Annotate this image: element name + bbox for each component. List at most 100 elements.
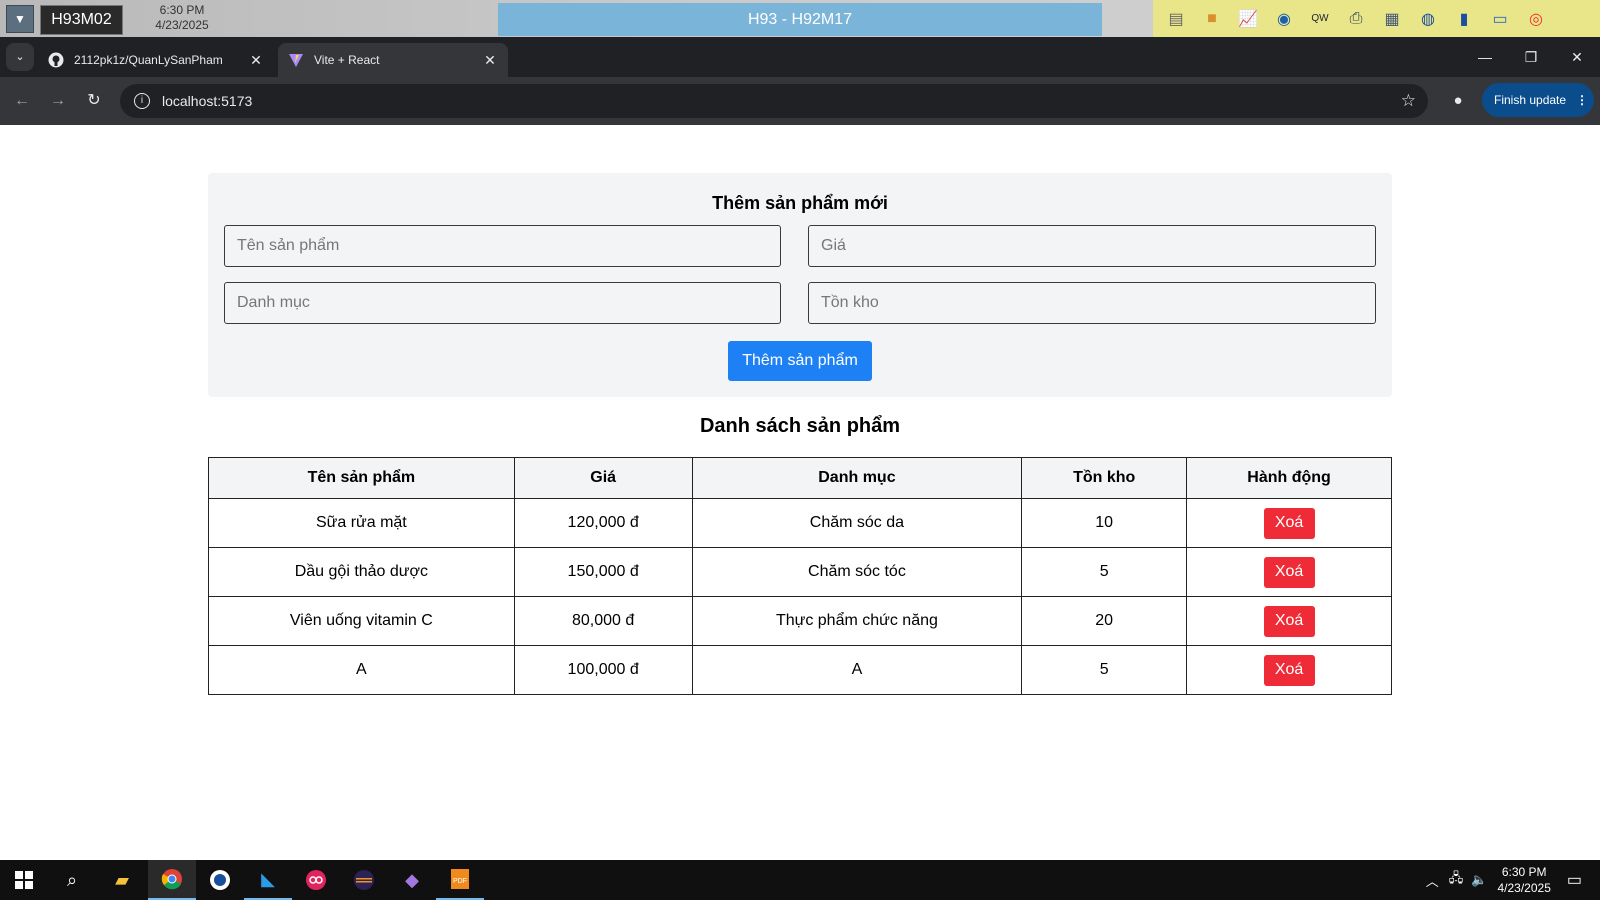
visual-studio-icon[interactable]: ◆ bbox=[388, 860, 436, 900]
table-row: Viên uống vitamin C 80,000 đ Thực phẩm c… bbox=[208, 596, 1392, 646]
tab-strip: ⌄ 2112pk1z/QuanLySanPham ✕ Vite + React … bbox=[0, 37, 1600, 102]
book-icon[interactable]: ▮ bbox=[1449, 5, 1479, 33]
finish-update-button[interactable]: Finish update ⋮ bbox=[1482, 83, 1594, 117]
printer-icon[interactable]: ⎙ bbox=[1341, 5, 1371, 33]
disc-icon[interactable]: ◉ bbox=[1269, 5, 1299, 33]
cell-action: Xoá bbox=[1186, 645, 1392, 695]
restore-icon[interactable]: ❐ bbox=[1508, 37, 1554, 77]
github-icon bbox=[48, 52, 64, 68]
app-icon[interactable] bbox=[196, 860, 244, 900]
cell-stock: 5 bbox=[1021, 547, 1188, 597]
notification-icon[interactable]: ▭ bbox=[1567, 870, 1582, 890]
remote-clock: 6:30 PM 4/23/2025 bbox=[124, 3, 240, 35]
chrome-icon[interactable] bbox=[148, 860, 196, 900]
more-menu-icon[interactable]: ⋮ bbox=[1576, 93, 1588, 107]
cell-stock: 20 bbox=[1021, 596, 1188, 646]
tab-title: Vite + React bbox=[314, 53, 380, 67]
cell-price: 150,000 đ bbox=[513, 547, 693, 597]
forward-icon[interactable]: → bbox=[46, 89, 70, 113]
remote-host-name: H93M02 bbox=[40, 5, 123, 35]
pin-icon[interactable]: ▼ bbox=[6, 5, 34, 33]
message-icon[interactable]: ▭ bbox=[1485, 5, 1515, 33]
network-icon[interactable]: 🖧 bbox=[1449, 869, 1464, 891]
eclipse-icon[interactable] bbox=[340, 860, 388, 900]
tab-github[interactable]: 2112pk1z/QuanLySanPham ✕ bbox=[38, 43, 274, 77]
header-category: Danh mục bbox=[691, 457, 1023, 499]
close-icon[interactable]: ✕ bbox=[482, 52, 498, 69]
remote-date: 4/23/2025 bbox=[155, 18, 209, 32]
bookmark-star-icon[interactable]: ☆ bbox=[1401, 91, 1416, 111]
remote-time: 6:30 PM bbox=[159, 3, 205, 17]
product-list-title: Danh sách sản phẩm bbox=[699, 415, 901, 437]
tab-vite-react[interactable]: Vite + React ✕ bbox=[278, 43, 508, 77]
add-product-button[interactable]: Thêm sản phẩm bbox=[728, 341, 872, 381]
cell-action: Xoá bbox=[1186, 547, 1392, 597]
remote-toolbar: ▤ ■ 📈 ◉ QW ⎙ ▦ ◍ ▮ ▭ ◎ bbox=[1153, 0, 1600, 37]
pdf-icon[interactable]: PDF bbox=[436, 860, 484, 900]
remote-desktop-bar: ▼ H93M02 6:30 PM 4/23/2025 H93 - H92M17 … bbox=[0, 0, 1600, 37]
product-name-input[interactable] bbox=[224, 225, 781, 267]
delete-button[interactable]: Xoá bbox=[1263, 507, 1315, 539]
vite-icon bbox=[288, 52, 304, 68]
app-icon-pink[interactable] bbox=[292, 860, 340, 900]
search-icon[interactable]: ⌕ bbox=[48, 860, 96, 900]
start-icon[interactable] bbox=[0, 860, 48, 900]
tab-title: 2112pk1z/QuanLySanPham bbox=[74, 53, 223, 67]
chart-icon[interactable]: 📈 bbox=[1233, 5, 1263, 33]
header-stock: Tồn kho bbox=[1021, 457, 1188, 499]
browser-toolbar: ← → ↻ i localhost:5173 ☆ ● Finish update… bbox=[0, 77, 1600, 125]
category-input[interactable] bbox=[224, 282, 781, 324]
close-window-icon[interactable]: ✕ bbox=[1554, 37, 1600, 77]
cell-price: 80,000 đ bbox=[513, 596, 693, 646]
taskbar: ⌕ ▰ ◣ ◆ PDF ︿ 🖧 🔈 6:30 PM 4/23/2025 ▭ bbox=[0, 860, 1600, 900]
window-icon[interactable]: ▦ bbox=[1377, 5, 1407, 33]
stock-input[interactable] bbox=[808, 282, 1376, 324]
cell-name: A bbox=[208, 645, 515, 695]
cell-stock: 10 bbox=[1021, 498, 1188, 548]
table-row: A 100,000 đ A 5 Xoá bbox=[208, 645, 1392, 695]
site-info-icon[interactable]: i bbox=[134, 93, 150, 109]
cell-category: A bbox=[691, 645, 1023, 695]
close-icon[interactable]: ✕ bbox=[248, 52, 264, 69]
taskbar-date: 4/23/2025 bbox=[1497, 881, 1551, 895]
address-bar[interactable]: i localhost:5173 ☆ bbox=[120, 84, 1428, 118]
url-text[interactable]: localhost:5173 bbox=[162, 93, 252, 109]
file-explorer-icon[interactable]: ▰ bbox=[98, 860, 146, 900]
session-title: H93 - H92M17 bbox=[498, 3, 1102, 36]
cell-action: Xoá bbox=[1186, 596, 1392, 646]
cell-name: Dầu gội thảo dược bbox=[208, 547, 515, 597]
table-row: Sữa rửa mặt 120,000 đ Chăm sóc da 10 Xoá bbox=[208, 498, 1392, 548]
svg-text:PDF: PDF bbox=[453, 878, 467, 885]
cell-category: Chăm sóc tóc bbox=[691, 547, 1023, 597]
keyboard-icon[interactable]: QW bbox=[1305, 5, 1335, 33]
delete-button[interactable]: Xoá bbox=[1263, 605, 1315, 637]
taskbar-time: 6:30 PM bbox=[1501, 865, 1547, 879]
system-tray: ︿ 🖧 🔈 6:30 PM 4/23/2025 ▭ bbox=[1426, 860, 1600, 900]
volume-icon[interactable]: 🔈 bbox=[1471, 872, 1487, 888]
minimize-icon[interactable]: — bbox=[1462, 37, 1508, 77]
price-input[interactable] bbox=[808, 225, 1376, 267]
cell-price: 100,000 đ bbox=[513, 645, 693, 695]
delete-button[interactable]: Xoá bbox=[1263, 654, 1315, 686]
back-icon[interactable]: ← bbox=[10, 89, 34, 113]
add-product-form: Thêm sản phẩm mới Thêm sản phẩm bbox=[208, 173, 1392, 397]
header-price: Giá bbox=[513, 457, 693, 499]
taskbar-clock[interactable]: 6:30 PM 4/23/2025 bbox=[1497, 864, 1550, 896]
table-row: Dầu gội thảo dược 150,000 đ Chăm sóc tóc… bbox=[208, 547, 1392, 597]
cell-category: Chăm sóc da bbox=[691, 498, 1023, 548]
profile-icon[interactable]: ● bbox=[1446, 89, 1470, 113]
reload-icon[interactable]: ↻ bbox=[82, 89, 106, 113]
cell-name: Viên uống vitamin C bbox=[208, 596, 515, 646]
tab-search-button[interactable]: ⌄ bbox=[6, 43, 34, 71]
vscode-icon[interactable]: ◣ bbox=[244, 860, 292, 900]
cell-stock: 5 bbox=[1021, 645, 1188, 695]
briefcase-icon[interactable]: ■ bbox=[1197, 5, 1227, 33]
delete-button[interactable]: Xoá bbox=[1263, 556, 1315, 588]
header-action: Hành động bbox=[1186, 457, 1392, 499]
globe-icon[interactable]: ◍ bbox=[1413, 5, 1443, 33]
lifebuoy-icon[interactable]: ◎ bbox=[1521, 5, 1551, 33]
cell-name: Sữa rửa mặt bbox=[208, 498, 515, 548]
chevron-up-icon[interactable]: ︿ bbox=[1426, 871, 1439, 890]
finish-update-label: Finish update bbox=[1494, 93, 1567, 107]
cabinet-icon[interactable]: ▤ bbox=[1161, 5, 1191, 33]
